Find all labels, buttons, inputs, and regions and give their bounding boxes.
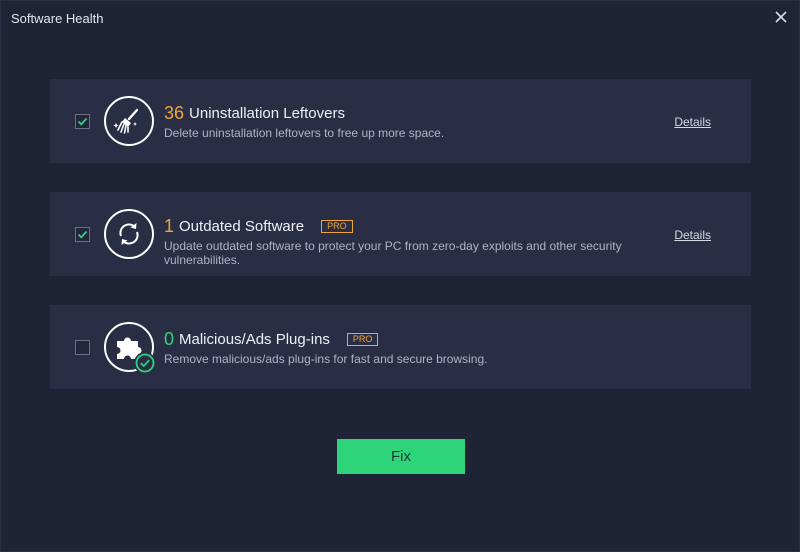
outdated-title: Outdated Software [179,218,305,235]
malicious-plugins-checkbox[interactable] [75,340,90,355]
outdated-software-checkbox[interactable] [75,227,90,242]
title-bar: Software Health [1,1,800,37]
outdated-description: Update outdated software to protect your… [164,239,622,267]
close-icon [775,11,787,23]
check-circle-badge [134,352,156,374]
outdated-icon-circle [104,209,154,259]
plugins-description: Remove malicious/ads plug-ins for fast a… [164,352,488,366]
software-health-window: Software Health 36 Uninstallation Leftov… [0,0,800,552]
leftovers-heading: 36 Uninstallation Leftovers [164,103,345,124]
window-title: Software Health [11,11,104,26]
malicious-plugins-card: 0 Malicious/Ads Plug-ins PRO Remove mali… [50,305,751,389]
checkmark-icon [77,230,88,239]
checkmark-icon [77,117,88,126]
plugins-title: Malicious/Ads Plug-ins [179,331,330,348]
pro-badge: PRO [321,220,353,233]
leftovers-description: Delete uninstallation leftovers to free … [164,126,445,140]
uninstallation-leftovers-checkbox[interactable] [75,114,90,129]
fix-button[interactable]: Fix [337,439,465,474]
pro-badge: PRO [346,333,379,346]
refresh-icon [119,223,139,245]
outdated-software-card: 1 Outdated Software PRO Update outdated … [50,192,751,276]
leftovers-icon-circle [104,96,154,146]
broom-icon [113,108,139,134]
outdated-heading: 1 Outdated Software PRO [164,216,353,237]
close-button[interactable] [771,7,791,27]
leftovers-details-link[interactable]: Details [674,115,711,129]
leftovers-count: 36 [164,103,185,123]
leftovers-title: Uninstallation Leftovers [189,105,345,122]
outdated-details-link[interactable]: Details [674,228,711,242]
plugins-count: 0 [164,329,175,349]
outdated-count: 1 [164,216,175,236]
check-circle-icon [135,353,155,373]
uninstallation-leftovers-card: 36 Uninstallation Leftovers Delete unins… [50,79,751,163]
plugins-heading: 0 Malicious/Ads Plug-ins PRO [164,329,379,350]
